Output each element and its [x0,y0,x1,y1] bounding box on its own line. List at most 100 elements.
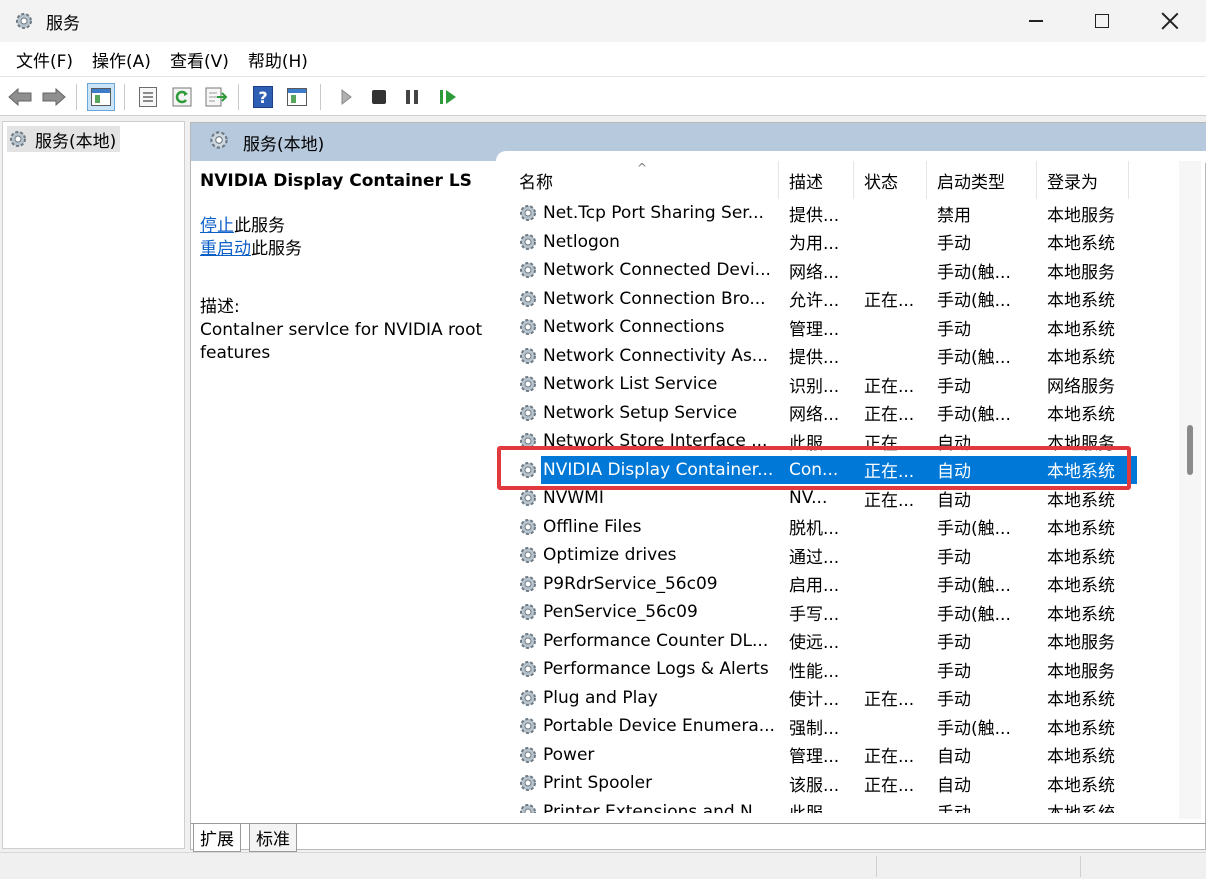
back-button[interactable] [6,83,34,111]
close-button[interactable] [1138,0,1202,42]
column-header-description[interactable]: 描述 [779,161,854,199]
properties-button[interactable] [134,83,162,111]
help-button[interactable]: ? [249,83,277,111]
service-name: Network Connection Bro... [543,288,766,309]
maximize-button[interactable] [1070,0,1134,42]
menu-file[interactable]: 文件(F) [8,43,81,76]
column-header-status[interactable]: 状态 [854,161,927,199]
cell-startup-type: 手动 [937,376,971,397]
start-service-button[interactable] [332,83,360,111]
cell-log-on-as: 本地系统 [1047,291,1115,312]
show-hide-tree-button[interactable] [87,83,115,111]
show-hide-tree-icon [91,88,111,106]
table-row[interactable]: Offline Files 脱机... 手动(触... 本地系统 [509,513,1129,542]
cell-log-on-as: 本地服务 [1047,205,1115,226]
cell-description: 网络... [789,405,840,426]
table-row[interactable]: Network Connections 管理... 手动 本地系统 [509,313,1129,342]
cell-log-on-as: 本地系统 [1047,775,1115,796]
table-row[interactable]: Power 管理... 正在... 自动 本地系统 [509,741,1129,770]
stop-service-link[interactable]: 停止 [200,216,234,236]
table-row[interactable]: P9RdrService_56c09 启用... 手动(触... 本地系统 [509,570,1129,599]
back-icon [8,87,32,107]
menu-action[interactable]: 操作(A) [84,43,159,76]
table-row[interactable]: Performance Logs & Alerts 性能... 手动 本地服务 [509,655,1129,684]
table-row[interactable]: Plug and Play 使计... 正在... 手动 本地系统 [509,684,1129,713]
tab-standard[interactable]: 标准 [249,824,297,852]
table-row[interactable]: Network Connectivity As... 提供... 手动(触... 本地… [509,342,1129,371]
table-row[interactable]: Network List Service 识别... 正在... 手动 网络服务 [509,370,1129,399]
cell-description: 启用... [789,576,840,597]
cell-name: Netlogon [517,228,779,257]
service-name: Print Spooler [543,773,653,794]
minimize-button[interactable] [1004,0,1068,42]
column-header-label: 描述 [789,172,823,193]
menu-bar: 文件(F) 操作(A) 查看(V) 帮助(H) [0,42,1206,76]
cell-log-on-as: 本地系统 [1047,690,1115,711]
pause-service-button[interactable] [398,83,426,111]
help-icon: ? [253,86,273,108]
cell-status [864,627,930,656]
cell-description: 识别... [789,376,840,397]
column-header-log-on-as[interactable]: 登录为 [1037,161,1129,199]
refresh-button[interactable] [168,83,196,111]
cell-log-on-as: 本地系统 [1047,718,1115,739]
table-row[interactable]: Network Connection Bro... 允许... 正在... 手动(触.… [509,285,1129,314]
menu-help[interactable]: 帮助(H) [240,43,316,76]
column-header-name[interactable]: 名称 [509,161,779,199]
service-gear-icon [517,658,539,680]
console-tree-button[interactable] [283,83,311,111]
cell-startup-type: 自动 [937,747,971,768]
column-header-startup-type[interactable]: 启动类型 [927,161,1037,199]
cell-startup-type: 手动(触... [937,262,1011,283]
table-row[interactable]: Print Spooler 该服... 正在... 自动 本地系统 [509,769,1129,798]
table-row[interactable]: PenService_56c09 手写... 手动(触... 本地系统 [509,598,1129,627]
table-row[interactable]: Portable Device Enumera... 强制... 手动(触... 本地… [509,712,1129,741]
service-gear-icon [517,487,539,509]
forward-button[interactable] [40,83,68,111]
cell-startup-type: 手动 [937,319,971,340]
toolbar-separator [76,84,77,110]
table-row[interactable]: Optimize drives 通过... 手动 本地系统 [509,541,1129,570]
cell-name: Network Setup Service [517,399,779,428]
tree-item-services-local[interactable]: 服务(本地) [7,126,121,152]
service-gear-icon [517,345,539,367]
pane-header-title: 服务(本地) [243,134,325,155]
cell-log-on-as: 本地系统 [1047,405,1115,426]
cell-description: 性能... [789,661,840,682]
service-name: Network Connections [543,317,725,338]
tab-label: 标准 [256,830,290,850]
table-row[interactable]: Printer Extensions and N...此服...手动本地系统 [509,798,1129,813]
service-name: P9RdrService_56c09 [543,573,718,594]
service-gear-icon [517,516,539,538]
vertical-scrollbar[interactable] [1179,161,1201,819]
tab-extended[interactable]: 扩展 [193,824,241,852]
service-name: Optimize drives [543,545,677,566]
cell-name: PenService_56c09 [517,598,779,627]
service-gear-icon [517,316,539,338]
service-gear-icon [517,573,539,595]
cell-status [864,256,930,285]
menu-view[interactable]: 查看(V) [162,43,237,76]
resume-service-button[interactable] [434,83,462,111]
service-name: Network Connectivity As... [543,345,769,366]
cell-name: Offline Files [517,513,779,542]
cell-startup-type: 手动(触... [937,718,1011,739]
stop-service-button[interactable] [365,83,393,111]
table-row[interactable]: Network Setup Service 网络... 正在... 手动(触... 本地… [509,399,1129,428]
service-name: Performance Logs & Alerts [543,659,769,680]
console-tree-icon [287,88,307,106]
table-row[interactable]: Network Connected Devi... 网络... 手动(触... 本地服… [509,256,1129,285]
export-list-button[interactable] [202,83,230,111]
table-row[interactable]: Netlogon 为用... 手动 本地系统 [509,228,1129,257]
properties-icon [139,87,157,107]
restart-service-link[interactable]: 重启动 [200,239,251,259]
service-gear-icon [517,544,539,566]
cell-status [864,655,930,684]
scrollbar-thumb[interactable] [1187,425,1193,475]
cell-status [864,342,930,371]
service-name: PenService_56c09 [543,602,698,623]
cell-startup-type: 手动 [937,690,971,711]
table-row[interactable]: Performance Counter DL... 使远... 手动 本地服务 [509,627,1129,656]
table-row[interactable]: Net.Tcp Port Sharing Ser... 提供... 禁用 本地服务 [509,199,1129,228]
cell-startup-type: 手动(触... [937,348,1011,369]
